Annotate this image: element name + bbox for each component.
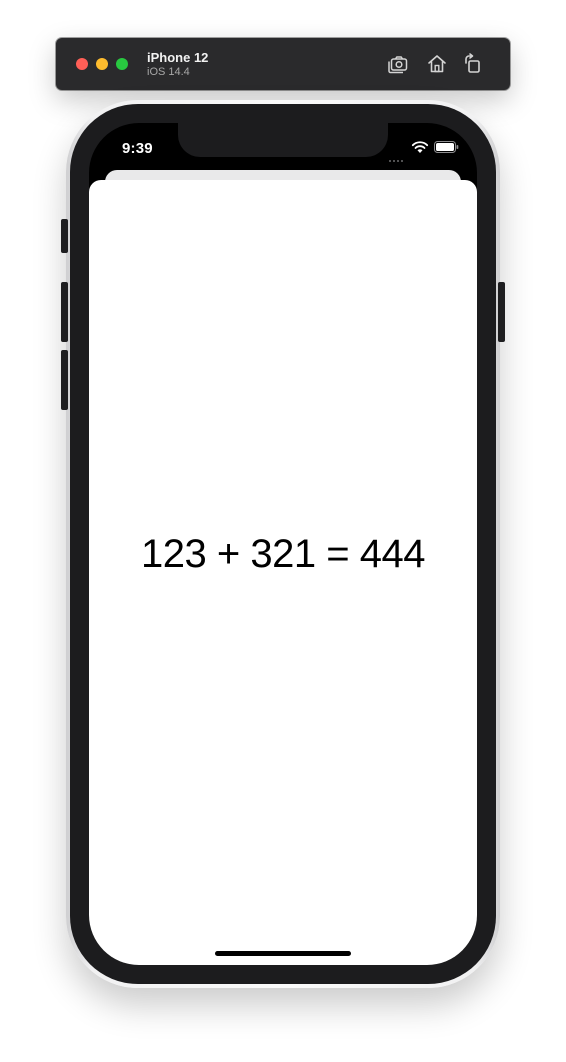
device-screen: 9:39 123 + 321 = 444: [89, 123, 477, 965]
battery-icon: [434, 141, 459, 153]
device-name: iPhone 12: [147, 50, 209, 65]
volume-down-button[interactable]: [61, 350, 68, 410]
silent-switch[interactable]: [61, 219, 68, 253]
side-power-button[interactable]: [498, 282, 505, 342]
notch: [178, 123, 388, 157]
cellular-signal-icon: [389, 149, 407, 162]
home-indicator[interactable]: [215, 951, 351, 956]
close-window-button[interactable]: [76, 58, 88, 70]
simulator-stage: iPhone 12 iOS 14.4 9:39 123 + 321 = 444: [0, 0, 566, 1062]
status-icons: [389, 140, 459, 162]
equation-label: 123 + 321 = 444: [141, 532, 425, 576]
app-sheet: 123 + 321 = 444: [89, 180, 477, 965]
home-icon[interactable]: [425, 52, 449, 76]
os-version: iOS 14.4: [147, 66, 190, 78]
volume-up-button[interactable]: [61, 282, 68, 342]
simulator-titlebar: iPhone 12 iOS 14.4: [56, 38, 510, 90]
rotate-icon[interactable]: [461, 52, 485, 76]
status-time: 9:39: [122, 140, 153, 157]
zoom-window-button[interactable]: [116, 58, 128, 70]
screenshot-icon[interactable]: [386, 52, 410, 76]
wifi-icon: [411, 141, 429, 153]
minimize-window-button[interactable]: [96, 58, 108, 70]
